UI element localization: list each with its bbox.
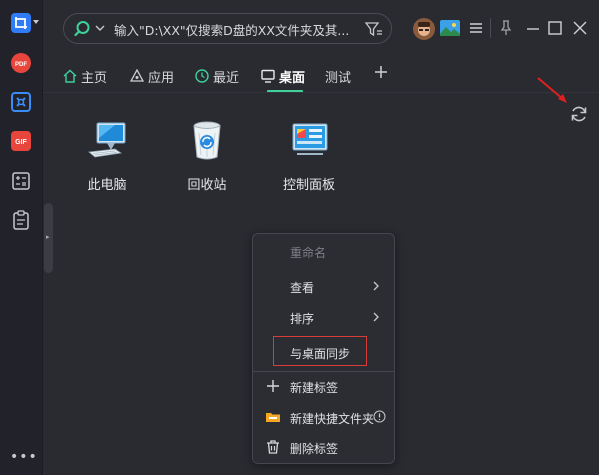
clipboard-icon[interactable] [11,210,31,230]
toolbar-divider [490,18,491,38]
sidebar-collapse-handle[interactable]: ▸ [44,203,53,273]
desktop-item-label: 此电脑 [87,178,127,193]
tab-apps[interactable]: 应用 [130,64,174,88]
tab-label: 测试 [325,70,352,86]
image-icon[interactable] [440,20,460,36]
menu-item-label: 新建快捷文件夹 [290,412,375,426]
desktop-item-label: 控制面板 [282,178,335,193]
add-tab-icon[interactable] [374,65,388,79]
tab-recent[interactable]: 最近 [195,64,239,88]
menu-item-new-shortcut-folder[interactable]: 新建快捷文件夹 [253,405,394,429]
chevron-right-icon: ▸ [46,233,50,241]
home-icon [63,69,77,83]
apps-icon [130,69,144,82]
search-icon [74,21,90,37]
tab-label: 桌面 [279,70,306,86]
search-bar[interactable]: 输入"D:\XX"仅搜索D盘的XX文件夹及其... [63,13,392,44]
clock-icon [195,69,209,83]
menu-item-label: 重命名 [290,246,327,260]
control-panel-icon [292,123,328,155]
search-input[interactable]: 输入"D:\XX"仅搜索D盘的XX文件夹及其... [114,20,364,39]
menu-item-new-tab[interactable]: 新建标签 [253,374,394,398]
header-divider [43,92,599,93]
menu-item-delete-tab[interactable]: 删除标签 [253,435,394,459]
chevron-down-icon[interactable] [95,23,105,33]
chevron-right-icon [373,281,379,291]
desktop-item-control-panel[interactable]: 控制面板 [264,118,354,193]
minimize-icon[interactable] [526,20,540,36]
menu-item-label: 查看 [290,281,315,295]
menu-icon[interactable] [470,21,482,35]
menu-item-view[interactable]: 查看 [253,274,394,298]
close-icon[interactable] [573,21,587,35]
context-menu: 重命名 查看 排序 与桌面同步 新建标签 新建快捷文件夹 删除标签 [252,233,395,464]
screenshot-icon[interactable] [11,13,31,33]
refresh-icon[interactable] [569,104,589,124]
scan-icon[interactable] [11,92,31,112]
tab-test[interactable]: 测试 [325,64,351,88]
plus-icon [267,380,279,392]
menu-item-label: 删除标签 [290,442,339,456]
avatar[interactable] [413,18,435,40]
left-toolbar: PDF GIF ••• [0,0,43,475]
menu-item-sort[interactable]: 排序 [253,305,394,329]
tab-home[interactable]: 主页 [63,64,107,88]
tab-label: 应用 [148,70,175,86]
desktop-item-label: 回收站 [187,178,227,193]
menu-item-rename: 重命名 [253,239,394,263]
svg-text:GIF: GIF [15,139,27,146]
recycle-bin-icon [193,121,221,160]
folder-icon [266,413,280,422]
desktop-item-recycle-bin[interactable]: 回收站 [162,118,252,193]
svg-text:PDF: PDF [15,62,27,68]
computer-icon [88,122,126,158]
menu-item-label: 排序 [290,312,315,326]
caret-down-icon[interactable] [33,19,39,25]
highlight-box [273,336,367,366]
info-icon[interactable] [373,410,386,423]
tab-desktop[interactable]: 桌面 [261,64,305,88]
monitor-icon [261,69,275,83]
pdf-icon[interactable]: PDF [11,53,31,73]
annotation-arrow-icon [537,77,567,103]
desktop-item-this-pc[interactable]: 此电脑 [62,118,152,193]
tab-label: 主页 [81,70,108,86]
gif-icon[interactable]: GIF [11,131,31,151]
menu-separator [253,371,394,372]
filter-icon[interactable] [365,21,383,37]
pin-icon[interactable] [500,20,512,36]
more-icon[interactable]: ••• [10,450,37,464]
maximize-icon[interactable] [548,21,562,35]
tab-label: 最近 [213,70,240,86]
chevron-right-icon [373,312,379,322]
calculator-icon[interactable] [11,171,31,191]
trash-icon [267,440,279,454]
menu-item-label: 新建标签 [290,381,339,395]
